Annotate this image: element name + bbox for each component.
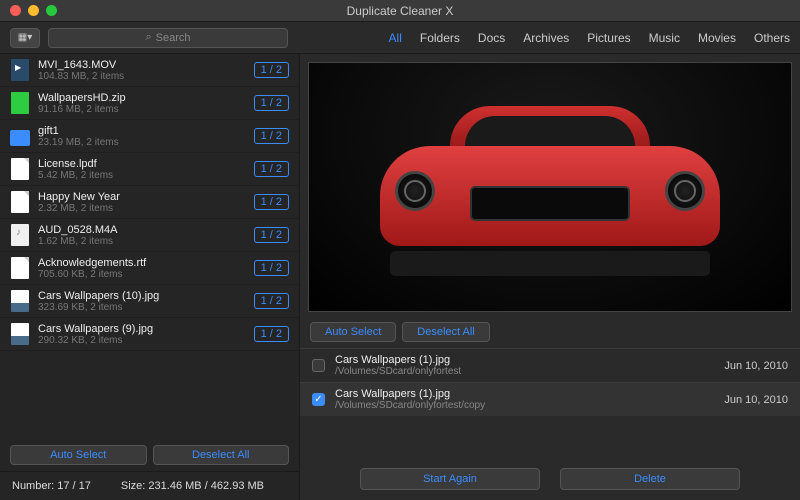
doc-icon: [10, 190, 30, 214]
tab-docs[interactable]: Docs: [478, 31, 505, 45]
status-number: Number: 17 / 17: [12, 480, 91, 492]
search-input[interactable]: ⌕ Search: [48, 28, 288, 48]
minimize-icon[interactable]: [28, 5, 39, 16]
app-window: Duplicate Cleaner X ▦▾ ⌕ Search All Folde…: [0, 0, 800, 500]
count-badge: 1 / 2: [254, 326, 289, 342]
item-meta: 323.69 KB, 2 items: [38, 302, 246, 313]
list-item[interactable]: Happy New Year2.32 MB, 2 items 1 / 2: [0, 186, 299, 219]
count-badge: 1 / 2: [254, 95, 289, 111]
list-item[interactable]: Cars Wallpapers (9).jpg290.32 KB, 2 item…: [0, 318, 299, 351]
titlebar: Duplicate Cleaner X: [0, 0, 800, 22]
dup-name: Cars Wallpapers (1).jpg: [335, 388, 714, 400]
dup-name: Cars Wallpapers (1).jpg: [335, 354, 714, 366]
checkbox[interactable]: [312, 393, 325, 406]
sidebar: MVI_1643.MOV104.83 MB, 2 items1 / 2Wallp…: [0, 54, 300, 500]
window-title: Duplicate Cleaner X: [0, 4, 800, 18]
preview-image: [308, 62, 792, 312]
tab-all[interactable]: All: [389, 31, 402, 45]
item-name: AUD_0528.M4A: [38, 224, 246, 236]
tab-others[interactable]: Others: [754, 31, 790, 45]
item-name: Happy New Year: [38, 191, 246, 203]
count-badge: 1 / 2: [254, 128, 289, 144]
doc-icon: [10, 256, 30, 280]
item-meta: 104.83 MB, 2 items: [38, 71, 246, 82]
audio-icon: [10, 223, 30, 247]
img-icon: [10, 289, 30, 313]
status-bar: Number: 17 / 17 Size: 231.46 MB / 462.93…: [0, 471, 299, 500]
count-badge: 1 / 2: [254, 293, 289, 309]
item-name: License.lpdf: [38, 158, 246, 170]
duplicate-row[interactable]: Cars Wallpapers (1).jpg/Volumes/SDcard/o…: [300, 382, 800, 416]
list-item[interactable]: WallpapersHD.zip91.16 MB, 2 items 1 / 2: [0, 87, 299, 120]
search-icon: ⌕: [145, 31, 151, 44]
mov-icon: [10, 58, 30, 82]
item-name: Cars Wallpapers (10).jpg: [38, 290, 246, 302]
main-panel: Auto Select Deselect All Cars Wallpapers…: [300, 54, 800, 500]
maximize-icon[interactable]: [46, 5, 57, 16]
list-item[interactable]: MVI_1643.MOV104.83 MB, 2 items 1 / 2: [0, 54, 299, 87]
tab-archives[interactable]: Archives: [523, 31, 569, 45]
item-name: MVI_1643.MOV: [38, 59, 246, 71]
count-badge: 1 / 2: [254, 161, 289, 177]
main-auto-select-button[interactable]: Auto Select: [310, 322, 396, 342]
deselect-all-button[interactable]: Deselect All: [153, 445, 290, 465]
main-buttons: Auto Select Deselect All: [300, 320, 800, 348]
dup-path: /Volumes/SDcard/onlyfortest/copy: [335, 400, 714, 411]
main-deselect-all-button[interactable]: Deselect All: [402, 322, 489, 342]
view-mode-button[interactable]: ▦▾: [10, 28, 40, 48]
item-name: Acknowledgements.rtf: [38, 257, 246, 269]
list-item[interactable]: AUD_0528.M4A1.62 MB, 2 items 1 / 2: [0, 219, 299, 252]
search-placeholder: Search: [156, 32, 191, 44]
folder-icon: [10, 124, 30, 148]
auto-select-button[interactable]: Auto Select: [10, 445, 147, 465]
toolbar: ▦▾ ⌕ Search All Folders Docs Archives Pictur…: [0, 22, 800, 54]
item-meta: 5.42 MB, 2 items: [38, 170, 246, 181]
count-badge: 1 / 2: [254, 194, 289, 210]
dup-path: /Volumes/SDcard/onlyfortest: [335, 366, 714, 377]
checkbox[interactable]: [312, 359, 325, 372]
duplicate-groups-list: MVI_1643.MOV104.83 MB, 2 items1 / 2Wallp…: [0, 54, 299, 439]
sidebar-buttons: Auto Select Deselect All: [0, 439, 299, 471]
car-illustration: [360, 106, 740, 286]
tab-movies[interactable]: Movies: [698, 31, 736, 45]
item-meta: 705.60 KB, 2 items: [38, 269, 246, 280]
item-meta: 23.19 MB, 2 items: [38, 137, 246, 148]
traffic-lights: [10, 5, 57, 16]
list-item[interactable]: Acknowledgements.rtf705.60 KB, 2 items 1 …: [0, 252, 299, 285]
tab-pictures[interactable]: Pictures: [587, 31, 630, 45]
item-name: gift1: [38, 125, 246, 137]
status-size: Size: 231.46 MB / 462.93 MB: [121, 480, 264, 492]
dup-date: Jun 10, 2010: [724, 360, 788, 372]
filter-tabs: All Folders Docs Archives Pictures Music Movie…: [389, 31, 790, 45]
count-badge: 1 / 2: [254, 260, 289, 276]
start-again-button[interactable]: Start Again: [360, 468, 540, 490]
bottom-buttons: Start Again Delete: [300, 458, 800, 500]
count-badge: 1 / 2: [254, 62, 289, 78]
list-item[interactable]: License.lpdf5.42 MB, 2 items 1 / 2: [0, 153, 299, 186]
content: MVI_1643.MOV104.83 MB, 2 items1 / 2Wallp…: [0, 54, 800, 500]
item-meta: 91.16 MB, 2 items: [38, 104, 246, 115]
delete-button[interactable]: Delete: [560, 468, 740, 490]
list-item[interactable]: gift123.19 MB, 2 items 1 / 2: [0, 120, 299, 153]
item-meta: 1.62 MB, 2 items: [38, 236, 246, 247]
tab-music[interactable]: Music: [649, 31, 680, 45]
img-icon: [10, 322, 30, 346]
close-icon[interactable]: [10, 5, 21, 16]
zip-icon: [10, 91, 30, 115]
item-name: WallpapersHD.zip: [38, 92, 246, 104]
duplicate-row[interactable]: Cars Wallpapers (1).jpg/Volumes/SDcard/o…: [300, 348, 800, 382]
doc-icon: [10, 157, 30, 181]
item-name: Cars Wallpapers (9).jpg: [38, 323, 246, 335]
count-badge: 1 / 2: [254, 227, 289, 243]
tab-folders[interactable]: Folders: [420, 31, 460, 45]
item-meta: 2.32 MB, 2 items: [38, 203, 246, 214]
duplicate-files-list: Cars Wallpapers (1).jpg/Volumes/SDcard/o…: [300, 348, 800, 458]
item-meta: 290.32 KB, 2 items: [38, 335, 246, 346]
list-item[interactable]: Cars Wallpapers (10).jpg323.69 KB, 2 ite…: [0, 285, 299, 318]
dup-date: Jun 10, 2010: [724, 394, 788, 406]
